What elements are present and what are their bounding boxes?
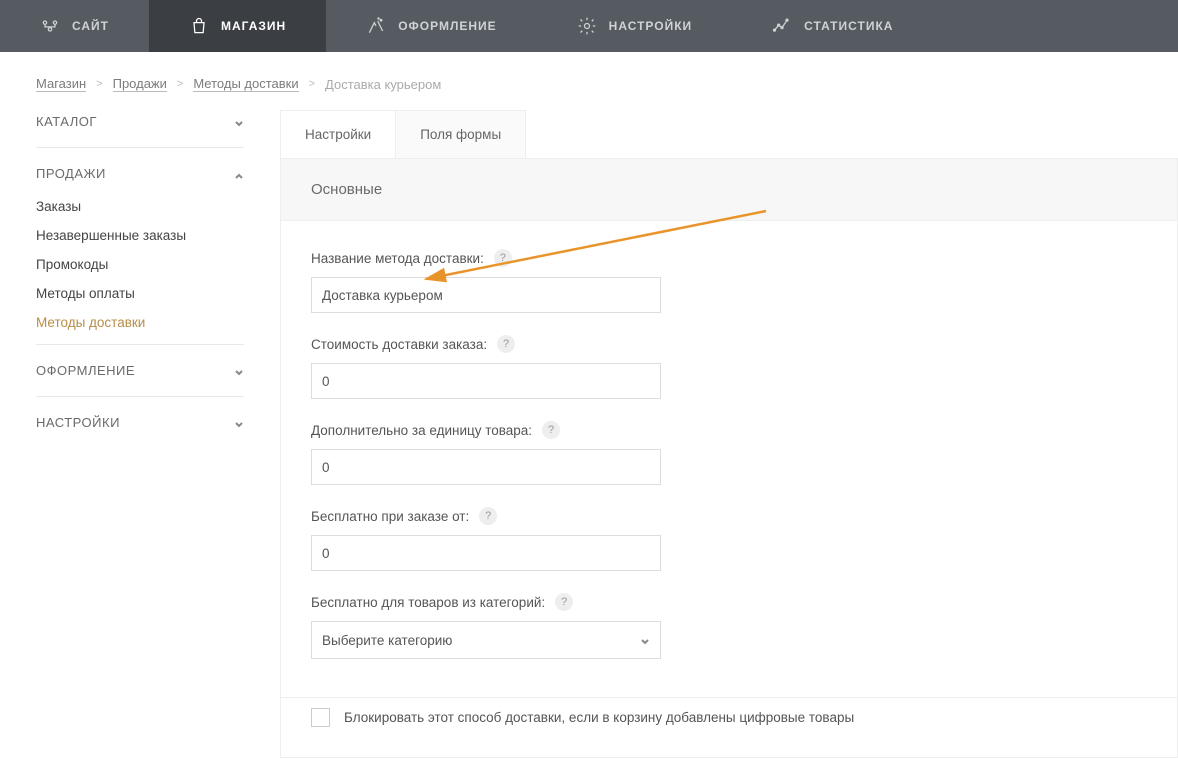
field-label: Бесплатно при заказе от:	[311, 509, 469, 524]
chevron-down-icon	[234, 366, 244, 376]
sidebar-item-payment-methods[interactable]: Методы оплаты	[36, 286, 244, 301]
free-from-input[interactable]	[311, 535, 661, 571]
chevron-down-icon	[640, 635, 650, 645]
field-per-unit: Дополнительно за единицу товара: ?	[311, 421, 1147, 485]
sidebar-toggle-design[interactable]: ОФОРМЛЕНИЕ	[36, 359, 244, 382]
help-icon[interactable]: ?	[542, 421, 560, 439]
sidebar-title: НАСТРОЙКИ	[36, 415, 120, 430]
section-header: Основные	[281, 158, 1177, 221]
chevron-right-icon: >	[309, 78, 315, 90]
field-free-from: Бесплатно при заказе от: ?	[311, 507, 1147, 571]
select-value: Выберите категорию	[322, 633, 452, 648]
nav-site[interactable]: САЙТ	[0, 0, 149, 52]
sidebar-item-pending-orders[interactable]: Незавершенные заказы	[36, 228, 244, 243]
category-select[interactable]: Выберите категорию	[311, 621, 661, 659]
sidebar-title: ОФОРМЛЕНИЕ	[36, 363, 135, 378]
breadcrumb-link[interactable]: Методы доставки	[193, 76, 298, 92]
chevron-right-icon: >	[96, 78, 102, 90]
tab-form-fields[interactable]: Поля формы	[396, 111, 525, 158]
breadcrumb-current: Доставка курьером	[325, 77, 441, 92]
field-cost: Стоимость доставки заказа: ?	[311, 335, 1147, 399]
nav-label: САЙТ	[72, 19, 109, 33]
sidebar-item-promocodes[interactable]: Промокоды	[36, 257, 244, 272]
sidebar: КАТАЛОГ ПРОДАЖИ Заказы Незавершенные зак…	[36, 110, 244, 448]
site-icon	[40, 16, 60, 36]
nav-settings[interactable]: НАСТРОЙКИ	[537, 0, 732, 52]
field-free-categories: Бесплатно для товаров из категорий: ? Вы…	[311, 593, 1147, 659]
field-label: Стоимость доставки заказа:	[311, 337, 487, 352]
nav-label: МАГАЗИН	[221, 19, 286, 33]
block-digital-row: Блокировать этот способ доставки, если в…	[311, 708, 1147, 727]
help-icon[interactable]: ?	[494, 249, 512, 267]
nav-stats[interactable]: СТАТИСТИКА	[732, 0, 933, 52]
nav-label: ОФОРМЛЕНИЕ	[398, 19, 496, 33]
breadcrumb-link[interactable]: Продажи	[113, 76, 167, 92]
sidebar-item-orders[interactable]: Заказы	[36, 199, 244, 214]
shop-icon	[189, 16, 209, 36]
sidebar-toggle-catalog[interactable]: КАТАЛОГ	[36, 110, 244, 133]
nav-label: НАСТРОЙКИ	[609, 19, 692, 33]
design-icon	[366, 16, 386, 36]
gear-icon	[577, 16, 597, 36]
cost-input[interactable]	[311, 363, 661, 399]
sidebar-section-catalog: КАТАЛОГ	[36, 110, 244, 148]
breadcrumb: Магазин > Продажи > Методы доставки > До…	[0, 52, 1178, 110]
sidebar-section-design: ОФОРМЛЕНИЕ	[36, 345, 244, 397]
top-nav: САЙТ МАГАЗИН ОФОРМЛЕНИЕ НАСТРОЙКИ СТАТИС…	[0, 0, 1178, 52]
field-name: Название метода доставки: ?	[311, 249, 1147, 313]
name-input[interactable]	[311, 277, 661, 313]
tab-settings[interactable]: Настройки	[281, 111, 396, 158]
stats-icon	[772, 16, 792, 36]
chevron-down-icon	[234, 117, 244, 127]
sidebar-title: ПРОДАЖИ	[36, 166, 106, 181]
tabs: Настройки Поля формы	[280, 110, 526, 158]
sidebar-title: КАТАЛОГ	[36, 114, 97, 129]
chevron-right-icon: >	[177, 78, 183, 90]
sidebar-section-settings: НАСТРОЙКИ	[36, 397, 244, 448]
help-icon[interactable]: ?	[479, 507, 497, 525]
chevron-up-icon	[234, 169, 244, 179]
breadcrumb-link[interactable]: Магазин	[36, 76, 86, 92]
field-label: Бесплатно для товаров из категорий:	[311, 595, 545, 610]
sidebar-section-sales: ПРОДАЖИ Заказы Незавершенные заказы Пром…	[36, 148, 244, 345]
chevron-down-icon	[234, 418, 244, 428]
main-panel: Настройки Поля формы Основные Название м…	[280, 110, 1178, 758]
nav-shop[interactable]: МАГАЗИН	[149, 0, 326, 52]
nav-label: СТАТИСТИКА	[804, 19, 893, 33]
help-icon[interactable]: ?	[497, 335, 515, 353]
nav-design[interactable]: ОФОРМЛЕНИЕ	[326, 0, 536, 52]
field-label: Дополнительно за единицу товара:	[311, 423, 532, 438]
field-label: Название метода доставки:	[311, 251, 484, 266]
checkbox-label: Блокировать этот способ доставки, если в…	[344, 710, 854, 725]
block-digital-checkbox[interactable]	[311, 708, 330, 727]
sidebar-toggle-sales[interactable]: ПРОДАЖИ	[36, 162, 244, 185]
sidebar-item-delivery-methods[interactable]: Методы доставки	[36, 315, 244, 330]
help-icon[interactable]: ?	[555, 593, 573, 611]
per-unit-input[interactable]	[311, 449, 661, 485]
sidebar-toggle-settings[interactable]: НАСТРОЙКИ	[36, 411, 244, 434]
